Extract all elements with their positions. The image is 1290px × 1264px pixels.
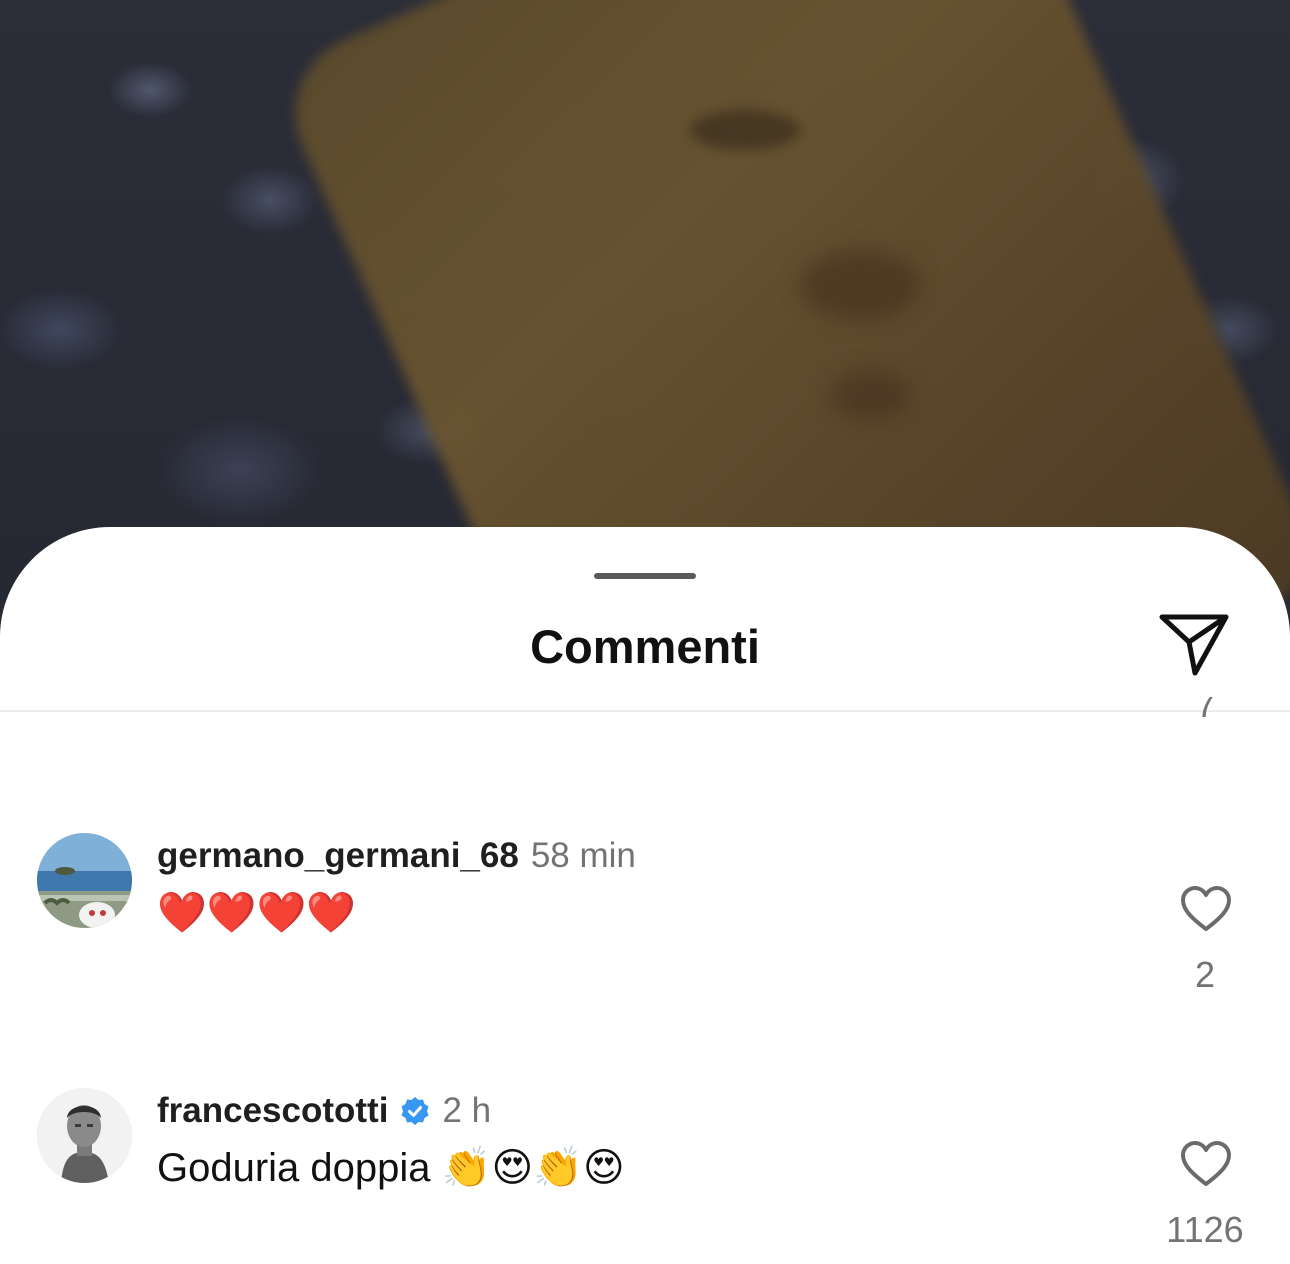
- comments-sheet: Commenti 7 germano_germani_68 58 min ❤️❤…: [0, 527, 1290, 1264]
- sheet-title: Commenti: [530, 620, 760, 673]
- blurred-flag: [269, 0, 1290, 600]
- comment-text: Goduria doppia 👏😍👏😍: [157, 1146, 625, 1190]
- like-button[interactable]: [1180, 885, 1232, 933]
- comment-text: ❤️❤️❤️❤️: [157, 891, 357, 935]
- paper-plane-icon: [1159, 614, 1229, 676]
- share-button[interactable]: [1156, 611, 1232, 681]
- like-count: 2: [1194, 954, 1216, 995]
- post-background-image: [0, 0, 1290, 600]
- comment-item: francescototti 2 h Goduria doppia 👏😍👏😍 1…: [0, 1088, 1290, 1264]
- comment-time: 58 min: [530, 836, 636, 875]
- heart-outline-icon: [1181, 1141, 1231, 1186]
- comment-header: francescototti 2 h: [157, 1091, 491, 1131]
- comment-time: 2 h: [442, 1091, 492, 1130]
- username-link[interactable]: germano_germani_68: [157, 836, 519, 876]
- heart-outline-icon: [1181, 886, 1231, 931]
- verified-badge-icon: [400, 1096, 430, 1126]
- like-button[interactable]: [1180, 1140, 1232, 1188]
- header-divider: [0, 710, 1290, 712]
- avatar[interactable]: [37, 1088, 132, 1183]
- comment-item: germano_germani_68 58 min ❤️❤️❤️❤️ 2: [0, 833, 1290, 1033]
- avatar[interactable]: [37, 833, 132, 928]
- like-count: 7: [1195, 697, 1217, 725]
- username-link[interactable]: francescototti: [157, 1091, 388, 1131]
- comment-header: germano_germani_68 58 min: [157, 836, 636, 876]
- drag-handle[interactable]: [594, 573, 696, 579]
- like-count: 1126: [1166, 1209, 1244, 1250]
